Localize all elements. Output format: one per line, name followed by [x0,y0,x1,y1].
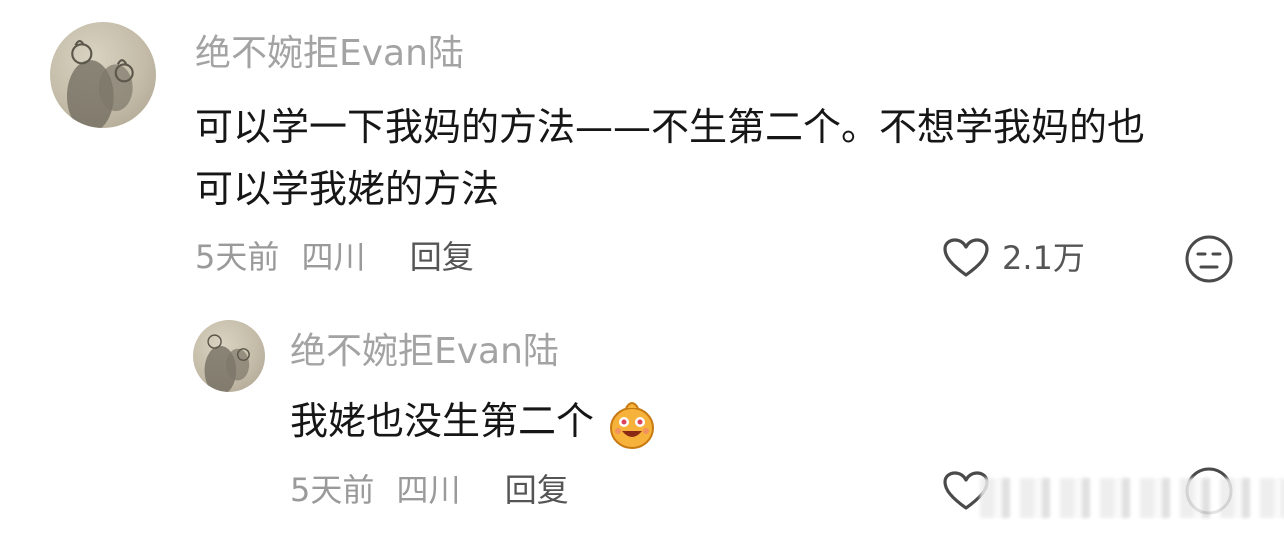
reply-meta: 5天前 四川 回复 [290,470,569,510]
neutral-face-icon [1185,235,1233,283]
comment-meta: 5天前 四川 回复 [195,237,474,277]
comment-text-line: 可以学一下我妈的方法——不生第二个。不想学我妈的也 [195,105,1146,149]
dislike-button[interactable] [1184,234,1234,284]
reply-time: 5天前 [290,471,375,509]
watermark-overlay [980,478,1284,518]
comment-text: 可以学一下我妈的方法——不生第二个。不想学我妈的也 可以学我姥的方法 [195,96,1255,220]
like-button[interactable]: 2.1万 [942,237,1085,279]
reply-text-content: 我姥也没生第二个 [290,399,595,443]
reply-location: 四川 [396,471,461,509]
smiling-face-emoji [610,401,655,449]
comment-username[interactable]: 绝不婉拒Evan陆 [195,32,464,76]
heart-icon [943,238,989,277]
avatar[interactable] [50,22,156,128]
comment-location: 四川 [301,238,366,276]
comment-time: 5天前 [195,238,280,276]
reply-avatar[interactable] [193,320,265,392]
reply-text: 我姥也没生第二个 [290,390,656,452]
avatar-image [204,334,250,392]
reply-username[interactable]: 绝不婉拒Evan陆 [290,330,559,374]
comment-text-line: 可以学我姥的方法 [195,167,500,211]
reply-reply-button[interactable]: 回复 [505,470,569,510]
like-count: 2.1万 [1002,239,1085,277]
reply-button[interactable]: 回复 [410,237,474,277]
avatar-image [66,40,134,128]
